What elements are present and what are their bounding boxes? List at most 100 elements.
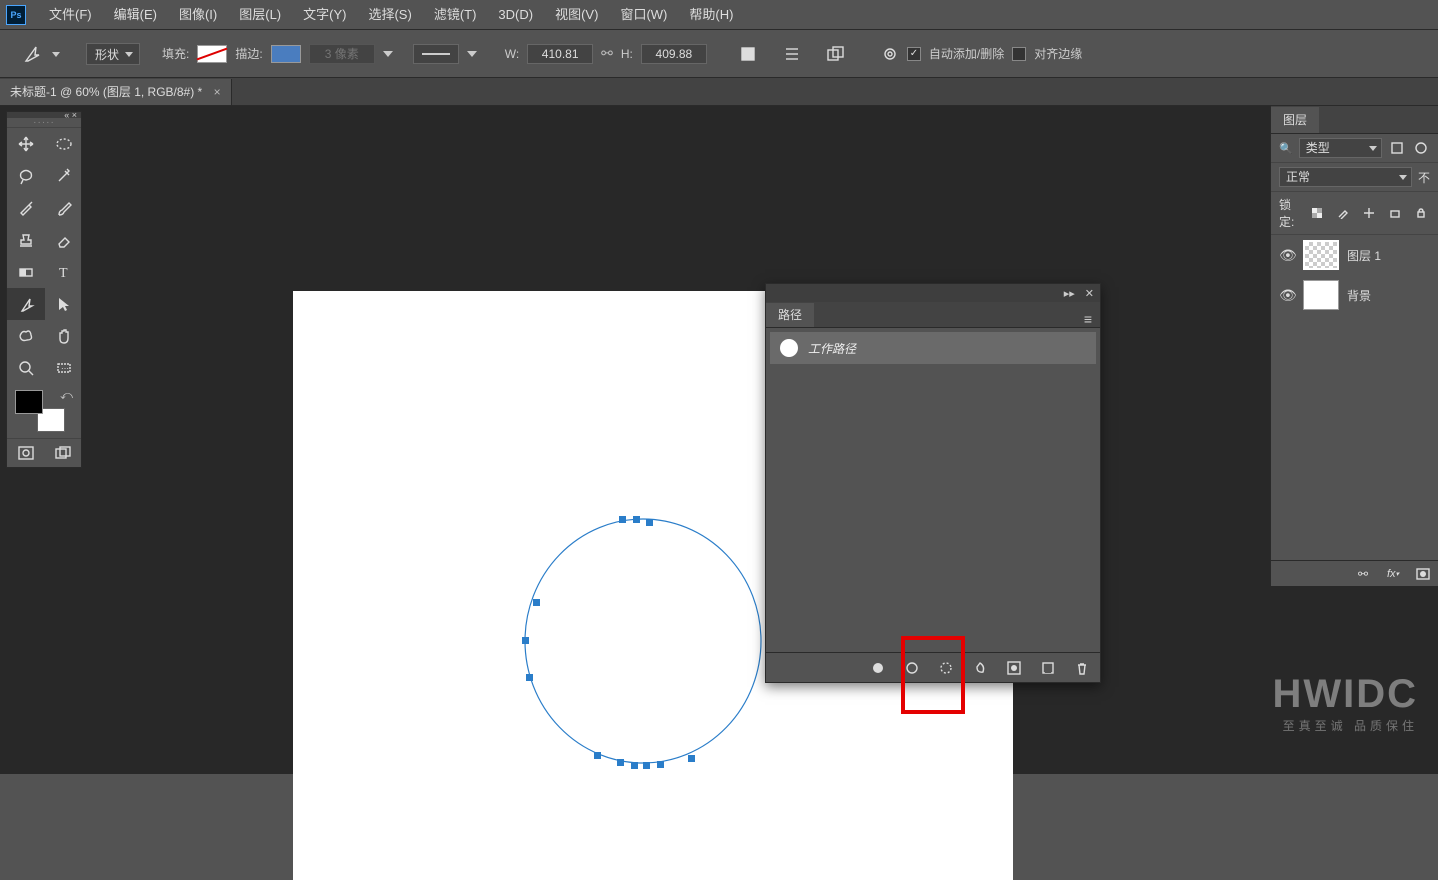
visibility-eye-icon[interactable]: 👁	[1279, 287, 1295, 304]
stroke-label: 描边:	[235, 45, 262, 62]
app-logo: Ps	[6, 5, 26, 25]
lock-position-icon[interactable]	[1360, 204, 1378, 222]
align-edges-label: 对齐边缘	[1034, 45, 1082, 62]
menu-file[interactable]: 文件(F)	[38, 0, 103, 30]
blend-mode-dropdown[interactable]: 正常	[1279, 167, 1412, 187]
toolbox: « × T ⋯ ⤺	[6, 111, 82, 468]
link-layers-icon[interactable]: ⚯	[1354, 565, 1372, 583]
stroke-width-dropdown-icon[interactable]	[383, 49, 393, 59]
lock-transparency-icon[interactable]	[1308, 204, 1326, 222]
marquee-tool-icon[interactable]	[45, 128, 83, 160]
layer-name: 图层 1	[1347, 247, 1381, 264]
path-arrangement-icon[interactable]	[827, 45, 845, 63]
stroke-width-input[interactable]	[309, 44, 375, 64]
fill-label: 填充:	[162, 45, 189, 62]
path-row[interactable]: 工作路径	[770, 332, 1096, 364]
menu-view[interactable]: 视图(V)	[544, 0, 609, 30]
options-bar: 形状 填充: 描边: W: ⚯ H: ✓ 自动添加/删除 对齐边缘	[0, 30, 1438, 78]
brush-tool-icon[interactable]	[45, 192, 83, 224]
menu-image[interactable]: 图像(I)	[168, 0, 228, 30]
lock-all-icon[interactable]	[1412, 204, 1430, 222]
paths-panel: ▸▸ ✕ 路径 ≡ 工作路径	[765, 283, 1101, 683]
stroke-swatch[interactable]	[271, 45, 301, 63]
menu-filter[interactable]: 滤镜(T)	[423, 0, 488, 30]
filter-pixel-icon[interactable]	[1388, 139, 1406, 157]
paths-tab[interactable]: 路径	[766, 303, 814, 327]
layer-mask-icon[interactable]	[1414, 565, 1432, 583]
fill-path-icon[interactable]	[870, 660, 886, 676]
align-edges-checkbox[interactable]	[1012, 47, 1026, 61]
visibility-eye-icon[interactable]: 👁	[1279, 247, 1295, 264]
hand-tool-icon[interactable]	[45, 320, 83, 352]
path-selection-tool-icon[interactable]	[45, 288, 83, 320]
tool-dropdown-arrow-icon[interactable]	[52, 50, 60, 58]
new-path-icon[interactable]	[1040, 660, 1056, 676]
link-wh-icon[interactable]: ⚯	[601, 45, 613, 62]
menu-window[interactable]: 窗口(W)	[609, 0, 678, 30]
path-operations-icon[interactable]	[739, 45, 757, 63]
height-input[interactable]	[641, 44, 707, 64]
add-mask-icon[interactable]	[1006, 660, 1022, 676]
layer-type-filter-dropdown[interactable]: 类型	[1299, 138, 1382, 158]
layer-thumbnail[interactable]	[1303, 280, 1339, 310]
menu-3d[interactable]: 3D(D)	[487, 0, 544, 30]
shape-tool-icon[interactable]	[7, 320, 45, 352]
fill-swatch[interactable]	[197, 45, 227, 63]
opacity-label-partial: 不	[1418, 169, 1430, 186]
current-tool-icon[interactable]	[22, 43, 44, 65]
delete-path-icon[interactable]	[1074, 660, 1090, 676]
layers-tab[interactable]: 图层	[1271, 107, 1319, 133]
path-alignment-icon[interactable]	[783, 45, 801, 63]
menu-type[interactable]: 文字(Y)	[292, 0, 357, 30]
auto-add-delete-label: 自动添加/删除	[929, 45, 1004, 62]
watermark-subtext: 至真至诚 品质保住	[1272, 717, 1418, 734]
lock-label: 锁定:	[1279, 196, 1302, 230]
workspace: « × T ⋯ ⤺	[0, 106, 1438, 774]
document-tab-close-icon[interactable]: ×	[214, 85, 221, 99]
layer-name: 背景	[1347, 287, 1371, 304]
menu-edit[interactable]: 编辑(E)	[103, 0, 168, 30]
eraser-tool-icon[interactable]	[45, 224, 83, 256]
type-tool-icon[interactable]: T	[45, 256, 83, 288]
menu-select[interactable]: 选择(S)	[357, 0, 422, 30]
panel-collapse-icon[interactable]: ▸▸	[1064, 287, 1075, 300]
selection-to-path-icon[interactable]	[972, 660, 988, 676]
panel-close-icon[interactable]: ✕	[1085, 287, 1094, 300]
gear-icon[interactable]	[881, 45, 899, 63]
width-input[interactable]	[527, 44, 593, 64]
stroke-style-dropdown[interactable]	[413, 44, 459, 64]
foreground-color-swatch[interactable]	[15, 390, 43, 414]
layer-row[interactable]: 👁 背景	[1271, 275, 1438, 315]
context-tool-icon[interactable]: ⋯	[45, 352, 83, 384]
pen-tool-icon[interactable]	[7, 288, 45, 320]
layer-row[interactable]: 👁 图层 1	[1271, 235, 1438, 275]
quick-mask-icon[interactable]	[7, 439, 44, 467]
stamp-tool-icon[interactable]	[7, 224, 45, 256]
zoom-tool-icon[interactable]	[7, 352, 45, 384]
panel-menu-icon[interactable]: ≡	[1076, 311, 1100, 327]
width-label: W:	[505, 47, 519, 61]
lock-artboard-icon[interactable]	[1386, 204, 1404, 222]
menu-layer[interactable]: 图层(L)	[228, 0, 292, 30]
layers-panel: 图层 🔍 类型 正常 不 锁定: 👁 图层 1	[1270, 106, 1438, 586]
screen-mode-icon[interactable]	[44, 439, 81, 467]
layer-thumbnail[interactable]	[1303, 240, 1339, 270]
eyedropper-tool-icon[interactable]	[7, 192, 45, 224]
path-thumbnail	[780, 339, 798, 357]
tool-mode-dropdown[interactable]: 形状	[86, 43, 140, 65]
menu-help[interactable]: 帮助(H)	[678, 0, 744, 30]
filter-adjust-icon[interactable]	[1412, 139, 1430, 157]
layer-fx-icon[interactable]: fx▾	[1384, 565, 1402, 583]
search-icon: 🔍	[1279, 142, 1293, 155]
magic-wand-tool-icon[interactable]	[45, 160, 83, 192]
document-tab[interactable]: 未标题-1 @ 60% (图层 1, RGB/8#) * ×	[0, 79, 232, 105]
path-name: 工作路径	[808, 340, 856, 357]
gradient-tool-icon[interactable]	[7, 256, 45, 288]
lasso-tool-icon[interactable]	[7, 160, 45, 192]
auto-add-delete-checkbox[interactable]: ✓	[907, 47, 921, 61]
lock-pixels-icon[interactable]	[1334, 204, 1352, 222]
move-tool-icon[interactable]	[7, 128, 45, 160]
swap-colors-icon[interactable]: ⤺	[60, 388, 73, 403]
watermark: HWIDC 至真至诚 品质保住	[1272, 672, 1418, 734]
stroke-style-arrow-icon[interactable]	[467, 49, 477, 59]
